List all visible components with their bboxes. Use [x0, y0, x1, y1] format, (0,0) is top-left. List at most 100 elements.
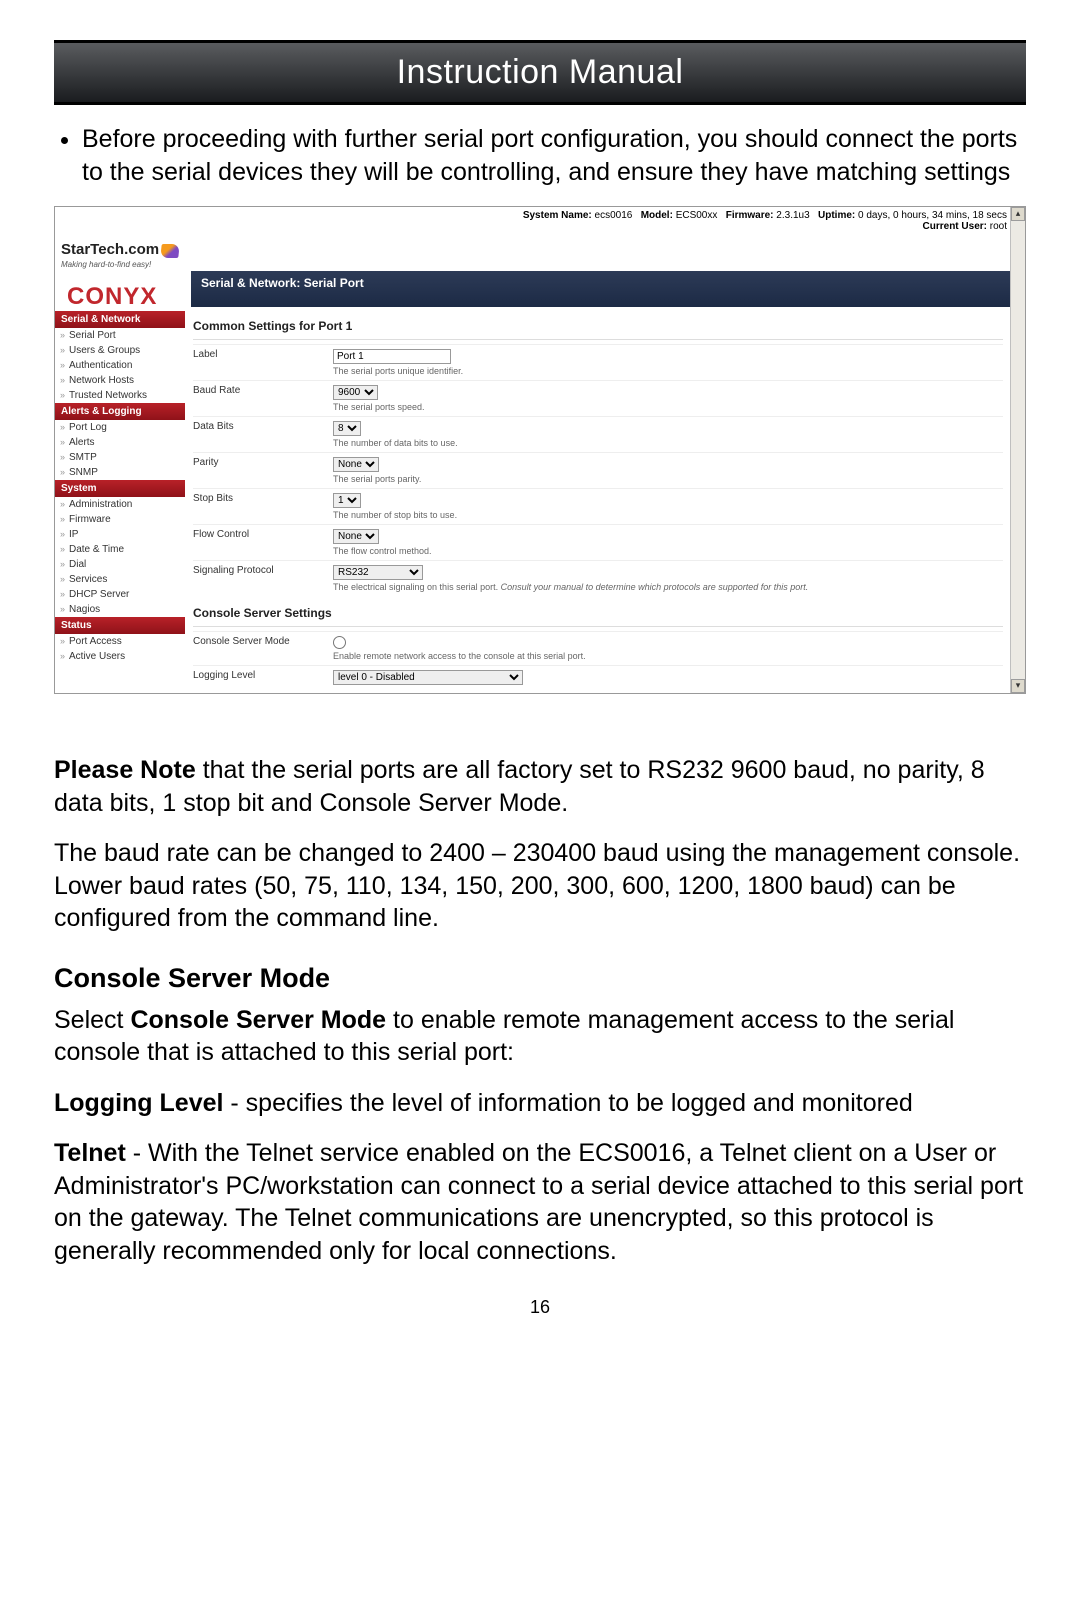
stop-bits-select[interactable]: 1 [333, 493, 361, 508]
nav-serial-port[interactable]: Serial Port [55, 328, 185, 343]
nav-date-time[interactable]: Date & Time [55, 542, 185, 557]
data-bits-help: The number of data bits to use. [333, 438, 1003, 448]
model-value: ECS00xx [676, 210, 718, 221]
intro-bullet: Before proceeding with further serial po… [82, 123, 1026, 188]
scrollbar[interactable]: ▴ ▾ [1010, 207, 1025, 693]
common-settings-title: Common Settings for Port 1 [193, 315, 1003, 340]
row-label: Label The serial ports unique identifier… [193, 344, 1003, 380]
parity-help: The serial ports parity. [333, 474, 1003, 484]
product-name: CONYX [67, 283, 191, 311]
firmware-value: 2.3.1u3 [776, 210, 809, 221]
row-signaling: Signaling Protocol RS232 The electrical … [193, 560, 1003, 596]
signaling-help-italic: Consult your manual to determine which p… [501, 582, 809, 592]
console-server-settings-title: Console Server Settings [193, 602, 1003, 627]
nav-header-status: Status [55, 617, 185, 634]
nav-nagios[interactable]: Nagios [55, 602, 185, 617]
nav-services[interactable]: Services [55, 572, 185, 587]
nav-dhcp-server[interactable]: DHCP Server [55, 587, 185, 602]
row-parity: Parity None The serial ports parity. [193, 452, 1003, 488]
brand-leaf-icon [160, 244, 179, 258]
breadcrumb: Serial & Network: Serial Port [191, 271, 1011, 307]
row-data-bits: Data Bits 8 The number of data bits to u… [193, 416, 1003, 452]
csm-help: Enable remote network access to the cons… [333, 651, 1003, 661]
nav-ip[interactable]: IP [55, 527, 185, 542]
stop-bits-label: Stop Bits [193, 493, 333, 504]
row-stop-bits: Stop Bits 1 The number of stop bits to u… [193, 488, 1003, 524]
csm-label: Console Server Mode [193, 636, 333, 647]
brand-name: StarTech.com [61, 241, 159, 258]
nav-firmware[interactable]: Firmware [55, 512, 185, 527]
nav-port-access[interactable]: Port Access [55, 634, 185, 649]
note-paragraph: Please Note that the serial ports are al… [54, 754, 1026, 819]
settings-panel: Common Settings for Port 1 Label The ser… [185, 311, 1011, 693]
signaling-help: The electrical signaling on this serial … [333, 582, 1003, 592]
status-bar: System Name: ecs0016 Model: ECS00xx Firm… [55, 207, 1025, 235]
sys-name-label: System Name: [523, 210, 592, 221]
nav-dial[interactable]: Dial [55, 557, 185, 572]
signaling-select[interactable]: RS232 [333, 565, 423, 580]
logging-level-label: Logging Level [193, 670, 333, 681]
nav-authentication[interactable]: Authentication [55, 358, 185, 373]
flow-control-select[interactable]: None [333, 529, 379, 544]
row-baud: Baud Rate 9600 The serial ports speed. [193, 380, 1003, 416]
nav-snmp[interactable]: SNMP [55, 465, 185, 480]
main-area: Serial & Network Serial Port Users & Gro… [55, 311, 1011, 693]
header-row: StarTech.com Making hard-to-find easy! C… [55, 235, 1025, 311]
csm-radio[interactable] [333, 636, 346, 649]
brand-tagline: Making hard-to-find easy! [61, 260, 191, 269]
csm-intro-bold: Console Server Mode [130, 1006, 386, 1034]
note-bold: Please Note [54, 756, 196, 784]
data-bits-select[interactable]: 8 [333, 421, 361, 436]
manual-page: Instruction Manual Before proceeding wit… [0, 0, 1080, 1620]
csm-intro-pre: Select [54, 1006, 130, 1034]
scroll-up-icon[interactable]: ▴ [1011, 207, 1025, 221]
label-help: The serial ports unique identifier. [333, 366, 1003, 376]
scroll-down-icon[interactable]: ▾ [1011, 679, 1025, 693]
row-logging-level: Logging Level level 0 - Disabled [193, 665, 1003, 689]
baud-select[interactable]: 9600 [333, 385, 378, 400]
stop-bits-help: The number of stop bits to use. [333, 510, 1003, 520]
telnet-text: - With the Telnet service enabled on the… [54, 1139, 1023, 1265]
nav-smtp[interactable]: SMTP [55, 450, 185, 465]
parity-label: Parity [193, 457, 333, 468]
signaling-help-text: The electrical signaling on this serial … [333, 582, 501, 592]
page-banner: Instruction Manual [54, 40, 1026, 105]
logging-paragraph: Logging Level - specifies the level of i… [54, 1087, 1026, 1120]
flow-control-label: Flow Control [193, 529, 333, 540]
config-screenshot: ▴ ▾ System Name: ecs0016 Model: ECS00xx … [54, 206, 1026, 694]
label-input[interactable] [333, 349, 451, 364]
data-bits-label: Data Bits [193, 421, 333, 432]
nav-administration[interactable]: Administration [55, 497, 185, 512]
baud-help: The serial ports speed. [333, 402, 1003, 412]
parity-select[interactable]: None [333, 457, 379, 472]
intro-bullet-list: Before proceeding with further serial po… [54, 123, 1026, 188]
nav-trusted-networks[interactable]: Trusted Networks [55, 388, 185, 403]
current-user-label: Current User: [923, 221, 987, 232]
label-label: Label [193, 349, 333, 360]
csm-heading: Console Server Mode [54, 963, 1026, 994]
nav-alerts[interactable]: Alerts [55, 435, 185, 450]
sys-name-value: ecs0016 [595, 210, 633, 221]
uptime-value: 0 days, 0 hours, 34 mins, 18 secs [858, 210, 1007, 221]
signaling-label: Signaling Protocol [193, 565, 333, 576]
csm-intro: Select Console Server Mode to enable rem… [54, 1004, 1026, 1069]
logging-level-select[interactable]: level 0 - Disabled [333, 670, 523, 685]
nav-header-system: System [55, 480, 185, 497]
sidebar-nav: Serial & Network Serial Port Users & Gro… [55, 311, 185, 693]
model-label: Model: [641, 210, 673, 221]
brand-block: StarTech.com Making hard-to-find easy! C… [55, 235, 191, 311]
baud-paragraph: The baud rate can be changed to 2400 – 2… [54, 837, 1026, 935]
flow-control-help: The flow control method. [333, 546, 1003, 556]
nav-network-hosts[interactable]: Network Hosts [55, 373, 185, 388]
telnet-paragraph: Telnet - With the Telnet service enabled… [54, 1137, 1026, 1267]
row-flow-control: Flow Control None The flow control metho… [193, 524, 1003, 560]
telnet-bold: Telnet [54, 1139, 126, 1167]
page-number: 16 [54, 1297, 1026, 1318]
logging-text: - specifies the level of information to … [223, 1089, 912, 1117]
nav-port-log[interactable]: Port Log [55, 420, 185, 435]
logging-bold: Logging Level [54, 1089, 223, 1117]
nav-users-groups[interactable]: Users & Groups [55, 343, 185, 358]
row-csm: Console Server Mode Enable remote networ… [193, 631, 1003, 665]
nav-active-users[interactable]: Active Users [55, 649, 185, 664]
uptime-label: Uptime: [818, 210, 855, 221]
